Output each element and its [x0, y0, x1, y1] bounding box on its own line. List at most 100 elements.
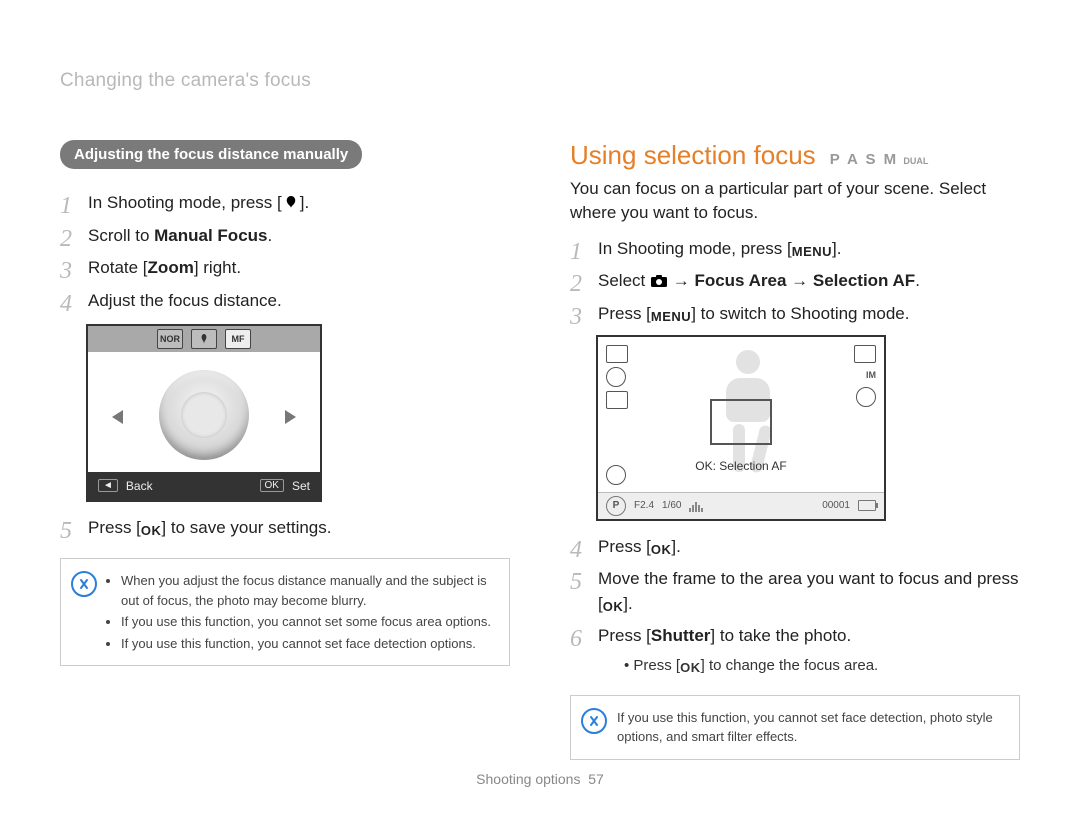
mf-tile: MF	[225, 329, 251, 349]
text: Press [	[88, 518, 141, 537]
note-item: If you use this function, you cannot set…	[121, 634, 495, 654]
text: ].	[623, 594, 632, 613]
camera-icon	[650, 273, 668, 289]
right-step-4: Press [OK].	[570, 535, 1020, 560]
text: Rotate [	[88, 258, 148, 277]
lcd-center-label: OK: Selection AF	[598, 459, 884, 473]
note-list: If you use this function, you cannot set…	[617, 706, 1005, 749]
ok-icon: OK	[603, 598, 624, 614]
lcd-bottom-bar: P F2.4 1/60 00001	[598, 492, 884, 519]
text: ] to take the photo.	[710, 626, 851, 645]
lcd-illustration-selection-af: IM OK: Selection AF P F2.4 1/60 00001	[596, 335, 886, 521]
text: Press [	[633, 657, 680, 674]
ok-chip: OK	[260, 479, 284, 492]
text: In Shooting mode, press [	[88, 193, 282, 212]
hud-quality-icon: IM	[866, 367, 876, 383]
ok-icon: OK	[651, 541, 672, 557]
text: ].	[671, 537, 680, 556]
left-steps-continued: Press [OK] to save your settings.	[60, 516, 510, 541]
right-step-5: Move the frame to the area you want to f…	[570, 567, 1020, 616]
right-steps-continued: Press [OK]. Move the frame to the area y…	[570, 535, 1020, 677]
text: .	[915, 271, 920, 290]
hud-icon	[606, 345, 628, 363]
lcd-illustration-manual-focus: NOR MF ◄ Back OK Set	[86, 324, 322, 502]
arrow-right-icon	[285, 410, 296, 424]
text: ] to save your settings.	[161, 518, 331, 537]
text: Press [	[598, 626, 651, 645]
histogram-icon	[689, 500, 703, 512]
text: ] right.	[194, 258, 241, 277]
text-bold: Manual Focus	[154, 226, 267, 245]
note-box: If you use this function, you cannot set…	[570, 695, 1020, 760]
counter-value: 00001	[822, 500, 850, 511]
lcd-top-bar: NOR MF	[88, 326, 320, 352]
right-step-1: In Shooting mode, press [MENU].	[570, 237, 1020, 262]
section-pill: Adjusting the focus distance manually	[60, 140, 362, 169]
page-footer: Shooting options 57	[0, 771, 1080, 787]
text: ].	[832, 239, 841, 258]
text-bold: Focus Area	[694, 271, 786, 290]
text: Select	[598, 271, 650, 290]
breadcrumb: Changing the camera's focus	[60, 70, 1020, 92]
arrow-left-icon	[112, 410, 123, 424]
left-column: Adjusting the focus distance manually In…	[60, 140, 510, 760]
left-step-5: Press [OK] to save your settings.	[60, 516, 510, 541]
sub-bullet: Press [OK] to change the focus area.	[624, 655, 1020, 677]
focus-frame-icon	[710, 399, 772, 445]
note-box: When you adjust the focus distance manua…	[60, 558, 510, 666]
menu-icon: MENU	[792, 243, 832, 259]
footer-section: Shooting options	[476, 771, 580, 787]
set-label: Set	[292, 479, 310, 493]
left-step-3: Rotate [Zoom] right.	[60, 256, 510, 281]
note-list: When you adjust the focus distance manua…	[107, 569, 495, 655]
lcd-bottom-bar: ◄ Back OK Set	[88, 472, 320, 500]
hud-icon	[606, 391, 628, 409]
arrow: →	[786, 271, 812, 290]
text-bold: Zoom	[148, 258, 194, 277]
aperture-value: F2.4	[634, 500, 654, 511]
hud-icon	[856, 387, 876, 407]
left-step-2: Scroll to Manual Focus.	[60, 224, 510, 249]
intro-text: You can focus on a particular part of yo…	[570, 177, 1020, 225]
text: Scroll to	[88, 226, 154, 245]
section-heading: Using selection focus P A S M DUAL	[570, 140, 1020, 171]
text: Press [	[598, 537, 651, 556]
heading-text: Using selection focus	[570, 140, 816, 171]
mode-dial-icon: P	[606, 496, 626, 516]
macro-tile	[191, 329, 217, 349]
hud-icon	[606, 367, 626, 387]
mode-letters: P A S M	[830, 151, 898, 168]
focus-button-icon	[282, 194, 300, 210]
ok-icon: OK	[141, 522, 162, 538]
mode-dual: DUAL	[903, 156, 928, 166]
text: ] to change the focus area.	[701, 657, 879, 674]
manual-page: Changing the camera's focus Adjusting th…	[0, 0, 1080, 815]
menu-icon: MENU	[651, 308, 691, 324]
text-bold: Selection AF	[813, 271, 915, 290]
text: Move the frame to the area you want to f…	[598, 569, 1019, 613]
footer-page-number: 57	[588, 771, 604, 787]
ok-icon: OK	[680, 660, 701, 676]
battery-icon	[858, 500, 876, 511]
hud-battery-icon	[854, 345, 876, 363]
note-item: If you use this function, you cannot set…	[121, 612, 495, 632]
mode-tile: NOR	[157, 329, 183, 349]
text: In Shooting mode, press [	[598, 239, 792, 258]
note-icon	[581, 708, 607, 734]
two-column-layout: Adjusting the focus distance manually In…	[60, 140, 1020, 760]
right-step-6: Press [Shutter] to take the photo. Press…	[570, 624, 1020, 676]
text-bold: Shutter	[651, 626, 711, 645]
text: ] to switch to Shooting mode.	[691, 304, 909, 323]
text: Press [	[598, 304, 651, 323]
left-step-4: Adjust the focus distance.	[60, 289, 510, 314]
text: ].	[300, 193, 309, 212]
shutter-value: 1/60	[662, 500, 681, 511]
left-steps: In Shooting mode, press []. Scroll to Ma…	[60, 191, 510, 314]
right-steps: In Shooting mode, press [MENU]. Select →…	[570, 237, 1020, 327]
dial-icon	[159, 370, 249, 460]
right-step-2: Select → Focus Area → Selection AF.	[570, 269, 1020, 294]
note-icon	[71, 571, 97, 597]
note-item: If you use this function, you cannot set…	[617, 708, 1005, 747]
back-chip: ◄	[98, 479, 118, 492]
right-step-3: Press [MENU] to switch to Shooting mode.	[570, 302, 1020, 327]
